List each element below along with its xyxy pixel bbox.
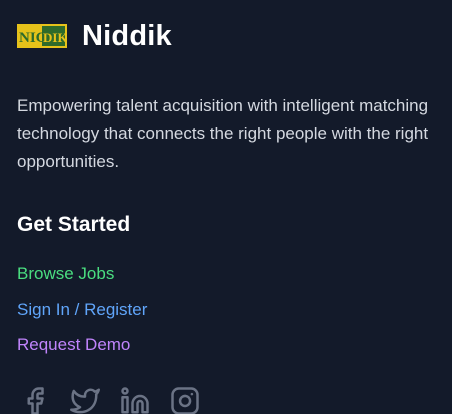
browse-jobs-link[interactable]: Browse Jobs <box>17 264 114 283</box>
brand[interactable]: NIC DIK Niddik <box>17 18 172 54</box>
footer: NIC DIK Niddik Empowering talent acquisi… <box>0 0 452 414</box>
twitter-icon <box>70 388 100 414</box>
linkedin-icon <box>121 387 149 414</box>
sign-in-register-link[interactable]: Sign In / Register <box>17 300 147 319</box>
facebook-icon <box>27 387 44 414</box>
get-started-links: Browse Jobs Sign In / Register Request D… <box>17 261 147 368</box>
get-started-heading: Get Started <box>17 213 131 236</box>
instagram-icon <box>171 387 199 414</box>
linkedin-link[interactable] <box>120 386 150 414</box>
logo-text-right: DIK <box>43 30 67 45</box>
brand-name: Niddik <box>82 20 172 52</box>
list-item: Sign In / Register <box>17 297 147 333</box>
twitter-link[interactable] <box>70 386 100 414</box>
list-item: Browse Jobs <box>17 261 147 297</box>
social-links <box>20 386 200 414</box>
tagline: Empowering talent acquisition with intel… <box>17 96 429 171</box>
list-item: Request Demo <box>17 332 147 368</box>
instagram-link[interactable] <box>170 386 200 414</box>
niddik-logo: NIC DIK <box>17 24 67 48</box>
facebook-link[interactable] <box>20 386 50 414</box>
request-demo-link[interactable]: Request Demo <box>17 335 130 354</box>
